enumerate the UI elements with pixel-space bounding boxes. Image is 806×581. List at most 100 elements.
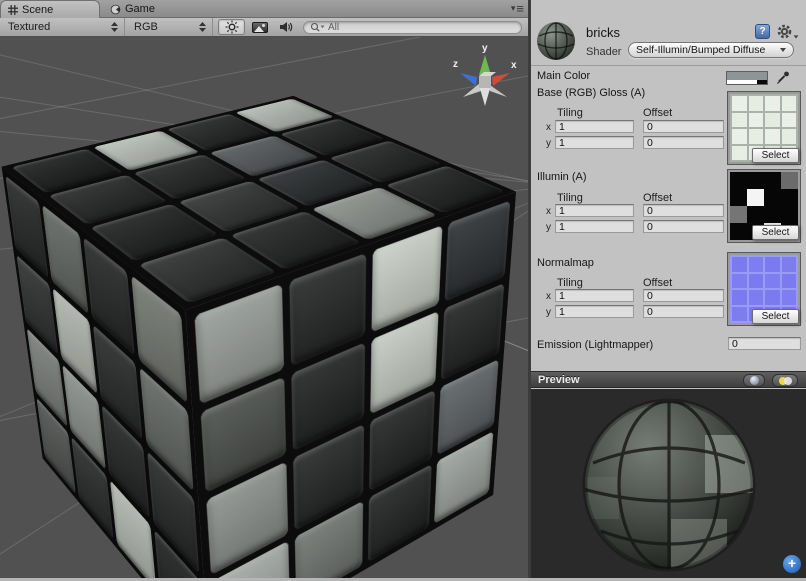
base-texture-label: Base (RGB) Gloss (A)	[537, 87, 645, 99]
material-preview-area[interactable]: +	[531, 389, 806, 578]
sun-icon	[225, 20, 239, 34]
unity-editor-window: Scene Game ▾≡ Textured RGB	[0, 0, 806, 581]
texture-tile	[781, 172, 798, 189]
scene-object-cube[interactable]	[0, 77, 529, 578]
texture-tile	[782, 96, 797, 111]
texture-tile	[732, 129, 747, 144]
preview-sphere	[579, 393, 759, 573]
gizmo-back-axis	[479, 85, 491, 106]
gizmo-center-cube[interactable]	[479, 76, 491, 88]
channels-value: RGB	[134, 21, 158, 33]
tab-game[interactable]: Game	[110, 0, 155, 18]
help-icon[interactable]: ?	[755, 24, 770, 39]
gizmo-x-label: x	[511, 60, 517, 71]
y-axis-label: y	[546, 222, 551, 233]
gear-icon	[777, 24, 792, 39]
preview-header[interactable]: Preview	[531, 371, 806, 388]
texture-tile	[782, 257, 797, 272]
illumin-texture-label: Illumin (A)	[537, 171, 587, 183]
y-axis-label: y	[546, 138, 551, 149]
scene-search-input[interactable]: All	[303, 21, 522, 34]
x-axis-label: x	[546, 122, 551, 133]
offset-header: Offset	[643, 277, 672, 289]
shader-value: Self-Illumin/Bumped Diffuse	[636, 44, 765, 56]
material-options-button[interactable]	[777, 24, 799, 39]
texture-tile	[765, 113, 780, 128]
texture-tile	[764, 172, 781, 189]
eyedropper-icon[interactable]	[776, 70, 791, 85]
image-icon	[252, 22, 268, 33]
scene-audio-toggle[interactable]	[274, 19, 298, 35]
base-texture-select-button[interactable]: Select	[752, 148, 799, 163]
chevron-down-icon	[794, 35, 799, 38]
emission-label: Emission (Lightmapper)	[537, 339, 653, 351]
magnifier-icon	[310, 22, 325, 33]
texture-tile	[765, 290, 780, 305]
texture-tile	[749, 257, 764, 272]
texture-tile	[747, 172, 764, 189]
channels-dropdown[interactable]: RGB	[126, 18, 213, 36]
texture-tile	[782, 290, 797, 305]
texture-tile	[730, 172, 747, 189]
scene-toolbar: Textured RGB	[0, 18, 529, 37]
gizmo-y-label: y	[482, 43, 488, 54]
draw-mode-dropdown[interactable]: Textured	[0, 18, 125, 36]
texture-tile	[732, 307, 747, 322]
sphere-grid-icon	[537, 22, 575, 60]
inspector-panel: bricks Shader Self-Illumin/Bumped Diffus…	[531, 0, 806, 581]
texture-tile	[730, 189, 747, 206]
lighting-dots-icon	[784, 377, 792, 385]
texture-tile	[781, 189, 798, 206]
base-tiling-x-field[interactable]	[555, 120, 634, 133]
cube	[81, 138, 392, 547]
scene-effects-toggle[interactable]	[248, 19, 272, 35]
illumin-texture-select-button[interactable]: Select	[752, 225, 799, 240]
emission-field[interactable]	[728, 337, 801, 350]
illumin-offset-x-field[interactable]	[643, 204, 724, 217]
texture-tile	[730, 206, 747, 223]
scene-orientation-gizmo[interactable]: y x z	[447, 40, 523, 116]
texture-tile	[764, 206, 781, 223]
preview-lighting-button[interactable]	[772, 374, 798, 387]
base-offset-y-field[interactable]	[643, 136, 724, 149]
normalmap-offset-x-field[interactable]	[643, 289, 724, 302]
illumin-offset-y-field[interactable]	[643, 220, 724, 233]
main-color-label: Main Color	[537, 70, 590, 82]
x-axis-label: x	[546, 291, 551, 302]
tiling-header: Tiling	[557, 192, 583, 204]
texture-tile	[765, 96, 780, 111]
scene-viewport[interactable]: y x z	[0, 37, 529, 578]
scene-panel-menu-icon[interactable]: ▾≡	[511, 3, 525, 14]
gizmo-x-axis[interactable]	[492, 73, 510, 86]
material-name: bricks	[586, 25, 620, 40]
texture-tile	[747, 189, 764, 206]
normalmap-texture-label: Normalmap	[537, 257, 594, 269]
add-preview-button[interactable]: +	[783, 555, 801, 573]
normalmap-offset-y-field[interactable]	[643, 305, 724, 318]
base-offset-x-field[interactable]	[643, 120, 724, 133]
normalmap-tiling-y-field[interactable]	[555, 305, 634, 318]
illumin-tiling-y-field[interactable]	[555, 220, 634, 233]
tab-scene[interactable]: Scene	[0, 0, 100, 18]
y-axis-label: y	[546, 307, 551, 318]
search-filter-text: All	[328, 22, 339, 33]
illumin-tiling-x-field[interactable]	[555, 204, 634, 217]
chevron-down-icon	[780, 48, 786, 52]
texture-tile	[765, 257, 780, 272]
gizmo-z-label: z	[453, 59, 458, 70]
speaker-icon	[279, 21, 294, 33]
main-color-swatch[interactable]	[726, 71, 768, 85]
texture-tile	[782, 129, 797, 144]
sphere-icon	[750, 376, 759, 385]
material-preview-thumbnail[interactable]	[537, 22, 575, 60]
texture-tile	[747, 206, 764, 223]
preview-shape-button[interactable]	[743, 374, 765, 387]
texture-tile	[782, 274, 797, 289]
texture-tile	[749, 274, 764, 289]
scene-lighting-toggle[interactable]	[218, 19, 245, 35]
gizmo-z-axis[interactable]	[460, 73, 477, 86]
base-tiling-y-field[interactable]	[555, 136, 634, 149]
normalmap-texture-select-button[interactable]: Select	[752, 309, 799, 324]
shader-dropdown[interactable]: Self-Illumin/Bumped Diffuse	[628, 42, 794, 58]
normalmap-tiling-x-field[interactable]	[555, 289, 634, 302]
